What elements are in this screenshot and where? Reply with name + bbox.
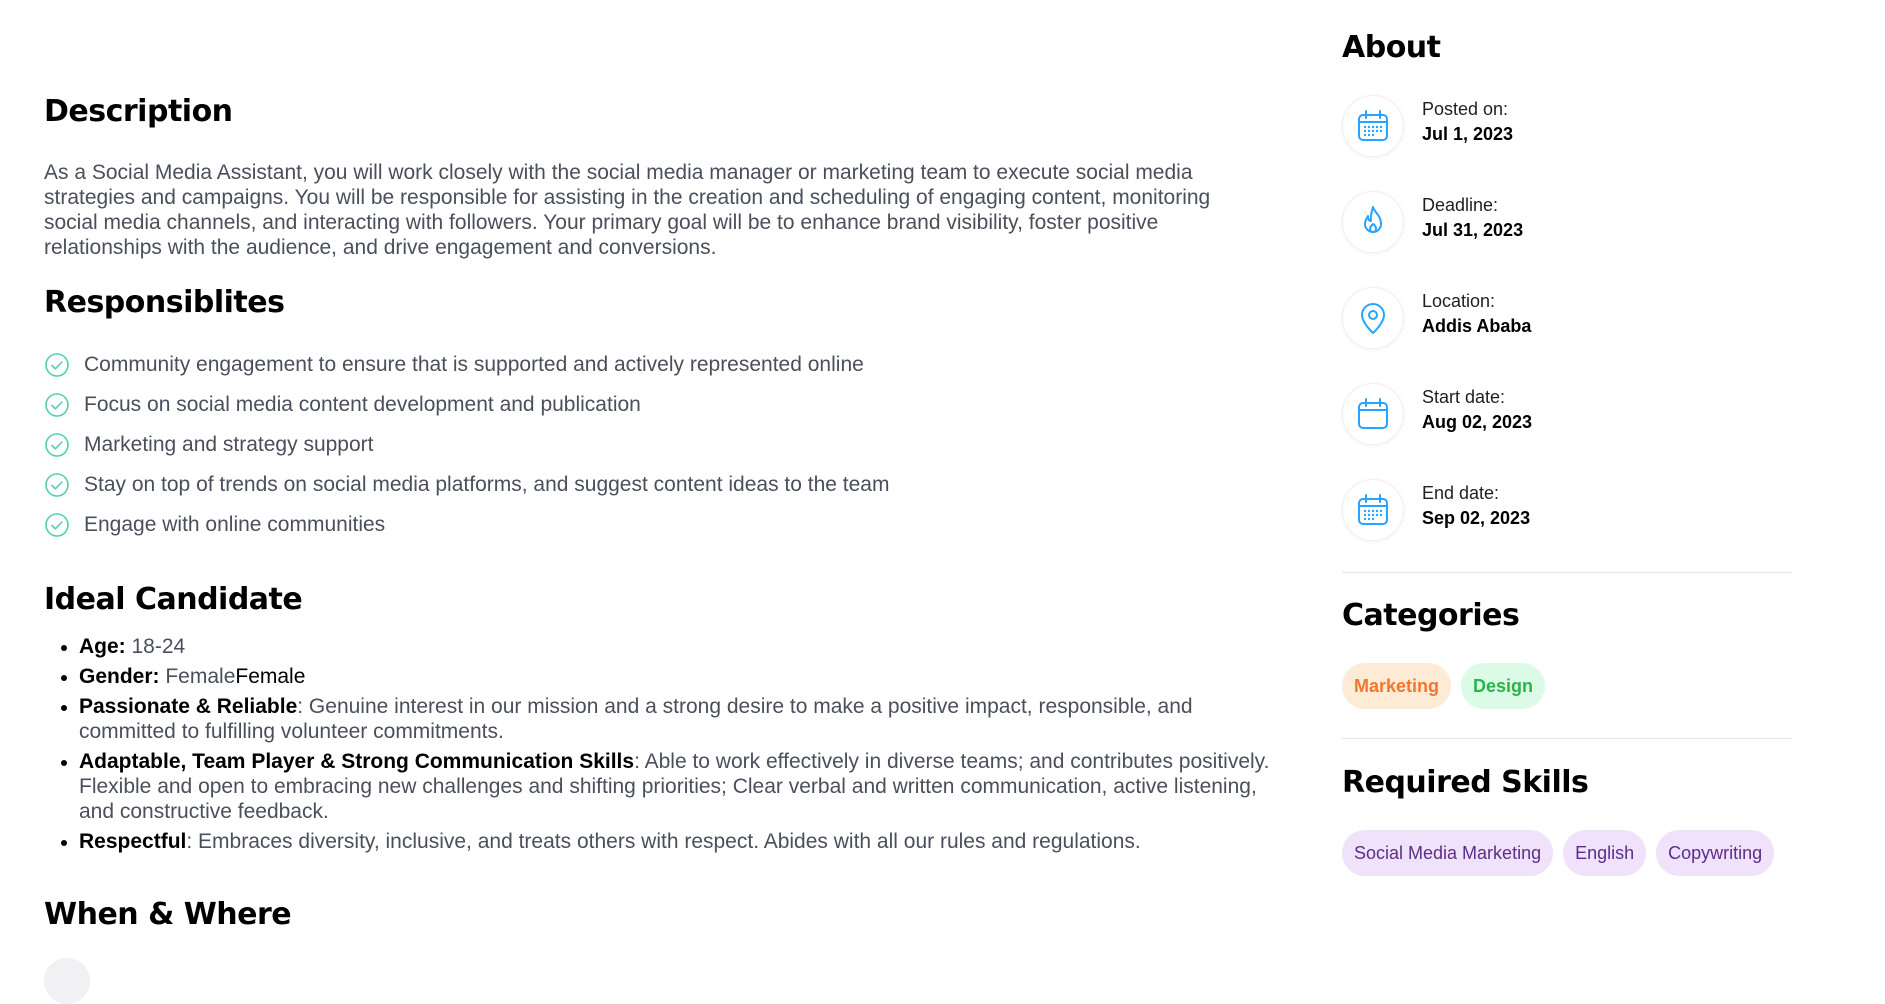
check-circle-icon [45,393,69,417]
about-item-end-date: End date: Sep 02, 2023 [1342,479,1792,549]
about-value: Jul 31, 2023 [1422,220,1524,240]
calendar-grid-icon [1342,95,1404,157]
location-pin-icon [1342,287,1404,349]
about-label: Deadline: [1422,195,1499,215]
divider [1342,738,1792,739]
about-item-start-date: Start date: Aug 02, 2023 [1342,383,1792,453]
skill-chip[interactable]: English [1563,830,1647,876]
ideal-candidate-text: : Embraces diversity, inclusive, and tre… [186,830,1141,853]
when-where-heading: When & Where [44,897,292,932]
skill-chip[interactable]: Social Media Marketing [1342,830,1554,876]
check-circle-icon [45,473,69,497]
ideal-candidate-label: Passionate & Reliable [79,695,298,718]
responsibility-item: Stay on top of trends on social media pl… [44,465,889,505]
about-value: Sep 02, 2023 [1422,508,1531,528]
responsibilities-heading: Responsiblites [44,285,285,320]
check-circle-icon [45,513,69,537]
about-value: Aug 02, 2023 [1422,412,1533,432]
about-label: Start date: [1422,387,1506,407]
responsibility-text: Stay on top of trends on social media pl… [84,473,890,496]
ideal-candidate-item: Respectful: Embraces diversity, inclusiv… [79,829,1279,854]
responsibilities-list: Community engagement to ensure that is s… [44,345,889,545]
ideal-candidate-label: Gender: [79,665,160,688]
ideal-candidate-label: Respectful [79,830,187,853]
description-heading: Description [44,94,233,129]
about-value: Jul 1, 2023 [1422,124,1514,144]
description-text: As a Social Media Assistant, you will wo… [44,161,1211,259]
about-item-location: Location: Addis Ababa [1342,287,1792,357]
skill-chip[interactable]: Copywriting [1656,830,1775,876]
check-circle-icon [45,353,69,377]
responsibility-text: Engage with online communities [84,513,386,536]
about-label: End date: [1422,483,1500,503]
category-chips: Marketing Design [1342,663,1555,709]
responsibility-item: Marketing and strategy support [44,425,889,465]
ideal-candidate-list: Age: 18-24 Gender: FemaleFemale Passiona… [44,634,1279,859]
categories-heading: Categories [1342,598,1520,633]
ideal-candidate-item: Adaptable, Team Player & Strong Communic… [79,749,1279,824]
fire-icon [1342,191,1404,253]
ideal-candidate-extra: Female [235,665,306,688]
ideal-candidate-heading: Ideal Candidate [44,582,303,617]
about-item-deadline: Deadline: Jul 31, 2023 [1342,191,1792,261]
responsibility-text: Community engagement to ensure that is s… [84,353,864,376]
ideal-candidate-item: Gender: FemaleFemale [79,664,1279,689]
check-circle-icon [45,433,69,457]
about-label: Posted on: [1422,99,1509,119]
category-chip-marketing[interactable]: Marketing [1342,663,1452,709]
ideal-candidate-item: Passionate & Reliable: Genuine interest … [79,694,1279,744]
responsibility-item: Focus on social media content developmen… [44,385,889,425]
about-value: Addis Ababa [1422,316,1532,336]
ideal-candidate-text: 18-24 [125,635,186,658]
required-skills-heading: Required Skills [1342,765,1589,800]
responsibility-item: Community engagement to ensure that is s… [44,345,889,385]
ideal-candidate-label: Age: [79,635,126,658]
responsibility-item: Engage with online communities [44,505,889,545]
responsibility-text: Marketing and strategy support [84,433,374,456]
about-label: Location: [1422,291,1496,311]
about-item-posted-on: Posted on: Jul 1, 2023 [1342,95,1792,165]
category-chip-design[interactable]: Design [1461,663,1546,709]
ideal-candidate-item: Age: 18-24 [79,634,1279,659]
divider [1342,572,1792,573]
about-heading: About [1342,30,1441,65]
ideal-candidate-text: Female [159,665,236,688]
when-where-icon [44,958,90,1004]
skill-chips: Social Media Marketing English Copywriti… [1342,830,1784,876]
ideal-candidate-label: Adaptable, Team Player & Strong Communic… [79,750,635,773]
responsibility-text: Focus on social media content developmen… [84,393,641,416]
calendar-icon [1342,383,1404,445]
calendar-grid-icon [1342,479,1404,541]
